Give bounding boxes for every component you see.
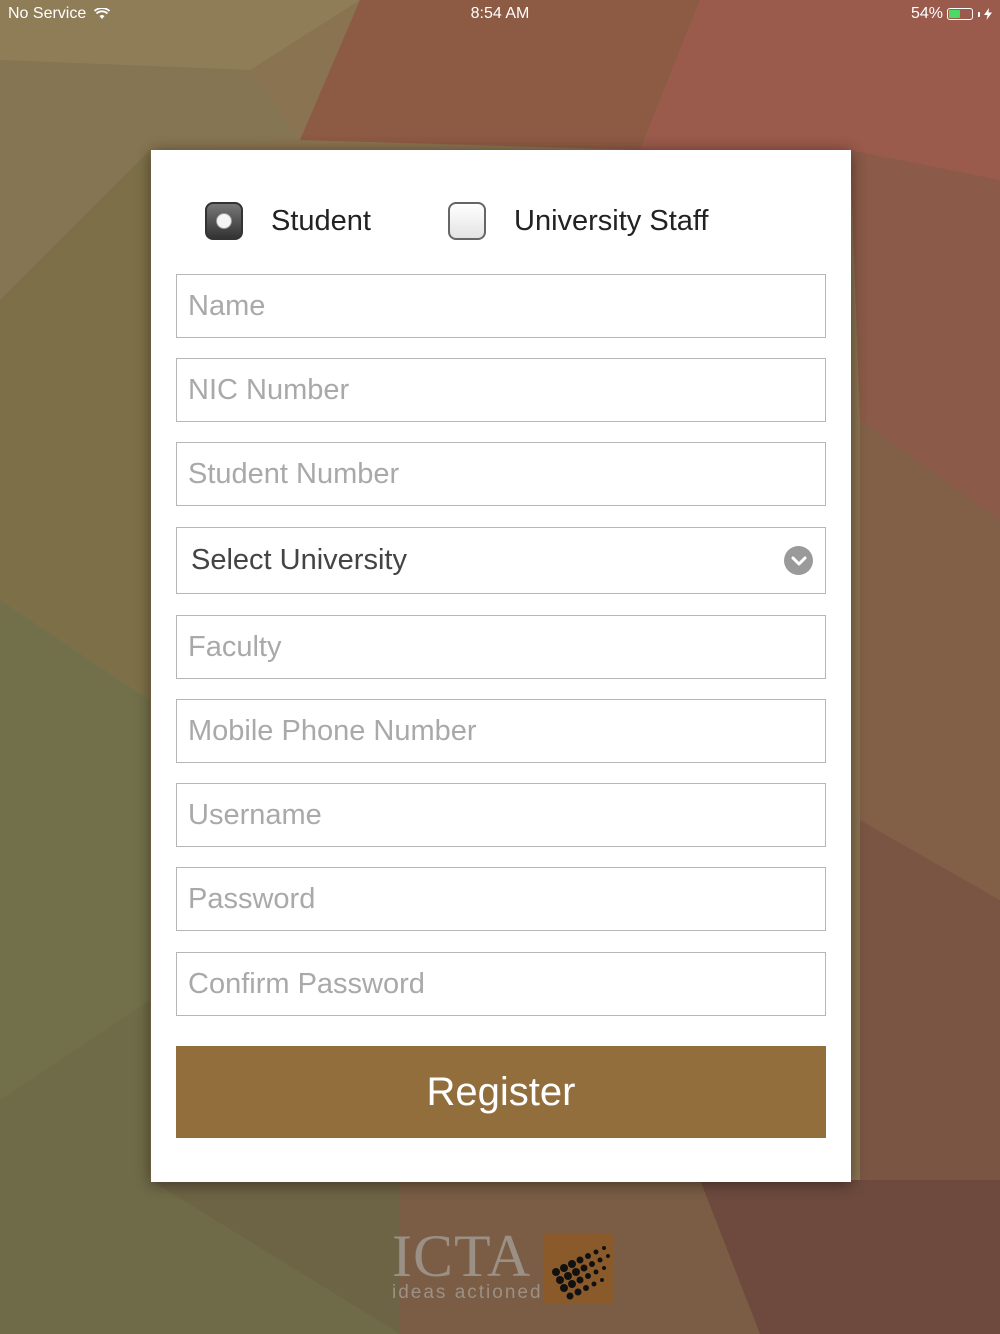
password-input[interactable] [177,868,825,930]
university-select-value: Select University [191,544,407,576]
university-select[interactable]: Select University [176,527,826,594]
university-staff-radio[interactable] [448,202,486,240]
faculty-input[interactable] [177,616,825,678]
name-input[interactable] [177,275,825,337]
status-time: 8:54 AM [470,5,530,22]
student-option[interactable]: Student [205,202,371,240]
radio-selected-icon [216,213,232,229]
registration-card: Student University Staff Select Universi… [151,150,851,1182]
status-right: 54% [911,5,992,23]
logo-mark-icon [544,1234,614,1304]
status-bar: No Service 8:54 AM 54% [0,0,1000,28]
faculty-field-box [176,615,826,679]
user-type-selector: Student University Staff [151,202,851,246]
student-radio[interactable] [205,202,243,240]
logo-tagline: ideas actioned [392,1282,543,1303]
username-input[interactable] [177,784,825,846]
mobile-phone-input[interactable] [177,700,825,762]
nic-number-input[interactable] [177,359,825,421]
nic-field-box [176,358,826,422]
logo-text: ICTA [392,1223,532,1289]
bolt-icon [984,8,992,20]
mobile-field-box [176,699,826,763]
battery-level-fill [949,10,960,18]
university-staff-option[interactable]: University Staff [448,202,708,240]
register-button[interactable]: Register [176,1046,826,1138]
username-field-box [176,783,826,847]
battery-percent: 54% [910,5,943,22]
student-number-field-box [176,442,826,506]
password-field-box [176,867,826,931]
icta-logo: ICTA ideas actioned [392,1226,614,1304]
chevron-down-icon [784,546,813,575]
battery-icon [947,8,973,20]
name-field-box [176,274,826,338]
confirm-password-field-box [176,952,826,1016]
battery-tip [978,11,980,17]
student-number-input[interactable] [177,443,825,505]
student-label: Student [271,204,371,237]
university-staff-label: University Staff [514,204,709,237]
confirm-password-input[interactable] [177,953,825,1015]
